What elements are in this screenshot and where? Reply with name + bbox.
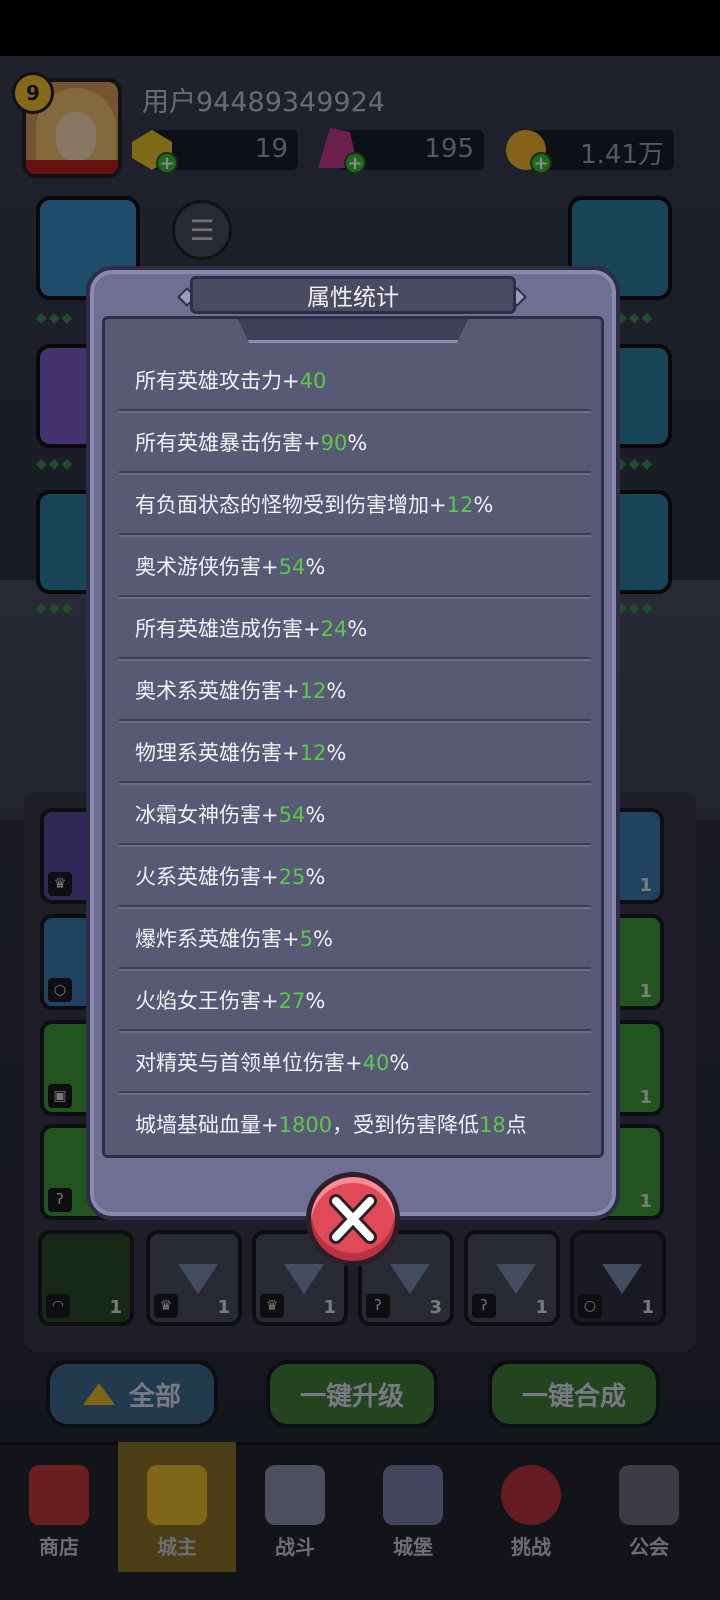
stat-row: 冰霜女神伤害+54% bbox=[119, 783, 591, 845]
stat-row: 有负面状态的怪物受到伤害增加+12% bbox=[119, 473, 591, 535]
stat-row: 所有英雄暴击伤害+90% bbox=[119, 411, 591, 473]
stat-row: 奥术游侠伤害+54% bbox=[119, 535, 591, 597]
stat-value: 40 bbox=[299, 369, 327, 393]
status-bar bbox=[0, 0, 720, 56]
stat-suffix: % bbox=[305, 803, 326, 827]
stat-row: 对精英与首领单位伤害+40% bbox=[119, 1031, 591, 1093]
stat-row: 火焰女王伤害+27% bbox=[119, 969, 591, 1031]
stat-label: 奥术系英雄伤害+ bbox=[135, 679, 300, 703]
stat-label: 所有英雄造成伤害+ bbox=[135, 617, 321, 641]
stat-text: 城墙基础血量+1800，受到伤害降低18点 bbox=[135, 1109, 527, 1139]
stat-label: 所有英雄攻击力+ bbox=[135, 369, 300, 393]
stat-suffix: % bbox=[312, 927, 333, 951]
stat-value: 12 bbox=[299, 679, 327, 703]
stat-value-2: 18 bbox=[479, 1113, 506, 1137]
list-tab bbox=[235, 319, 471, 343]
dialog-title: 属性统计 bbox=[190, 276, 516, 314]
stat-label: 对精英与首领单位伤害+ bbox=[135, 1051, 363, 1075]
stat-label: 物理系英雄伤害+ bbox=[135, 741, 300, 765]
dialog-title-text: 属性统计 bbox=[307, 285, 399, 311]
stat-row: 所有英雄攻击力+40 bbox=[119, 349, 591, 411]
stat-suffix: ，受到伤害降低 bbox=[332, 1113, 480, 1137]
stat-label: 爆炸系英雄伤害+ bbox=[135, 927, 300, 951]
stat-value: 54 bbox=[278, 803, 306, 827]
stat-row: 城墙基础血量+1800，受到伤害降低18点 bbox=[119, 1093, 591, 1155]
stat-value: 12 bbox=[446, 493, 474, 517]
stat-suffix: % bbox=[347, 617, 368, 641]
stat-suffix: % bbox=[389, 1051, 410, 1075]
stat-text: 奥术游侠伤害+54% bbox=[135, 551, 325, 581]
stat-suffix: % bbox=[326, 679, 347, 703]
stat-value: 24 bbox=[320, 617, 348, 641]
stat-label: 城墙基础血量+ bbox=[135, 1113, 279, 1137]
stat-label: 奥术游侠伤害+ bbox=[135, 555, 279, 579]
stat-suffix: % bbox=[305, 865, 326, 889]
stat-row: 爆炸系英雄伤害+5% bbox=[119, 907, 591, 969]
stat-text: 有负面状态的怪物受到伤害增加+12% bbox=[135, 489, 493, 519]
stat-suffix: % bbox=[347, 431, 368, 455]
stat-suffix: % bbox=[473, 493, 494, 517]
stat-text: 所有英雄造成伤害+24% bbox=[135, 613, 367, 643]
stat-text: 所有英雄攻击力+40 bbox=[135, 365, 326, 395]
close-button[interactable] bbox=[306, 1172, 400, 1266]
stat-suffix-2: 点 bbox=[505, 1113, 527, 1137]
stat-text: 火系英雄伤害+25% bbox=[135, 861, 325, 891]
stat-value: 27 bbox=[278, 989, 306, 1013]
stat-suffix: % bbox=[305, 555, 326, 579]
stat-suffix: % bbox=[305, 989, 326, 1013]
stat-value: 54 bbox=[278, 555, 306, 579]
stat-suffix: % bbox=[326, 741, 347, 765]
stats-list[interactable]: 所有英雄攻击力+40 所有英雄暴击伤害+90% 有负面状态的怪物受到伤害增加+1… bbox=[102, 316, 604, 1158]
stat-text: 奥术系英雄伤害+12% bbox=[135, 675, 346, 705]
stat-text: 对精英与首领单位伤害+40% bbox=[135, 1047, 409, 1077]
stat-value: 12 bbox=[299, 741, 327, 765]
stat-value: 25 bbox=[278, 865, 306, 889]
stat-label: 冰霜女神伤害+ bbox=[135, 803, 279, 827]
stat-label: 火系英雄伤害+ bbox=[135, 865, 279, 889]
stat-text: 冰霜女神伤害+54% bbox=[135, 799, 325, 829]
stat-text: 火焰女王伤害+27% bbox=[135, 985, 325, 1015]
stat-text: 物理系英雄伤害+12% bbox=[135, 737, 346, 767]
stat-label: 火焰女王伤害+ bbox=[135, 989, 279, 1013]
stat-label: 有负面状态的怪物受到伤害增加+ bbox=[135, 493, 447, 517]
stat-text: 所有英雄暴击伤害+90% bbox=[135, 427, 367, 457]
stat-text: 爆炸系英雄伤害+5% bbox=[135, 923, 333, 953]
stat-value: 90 bbox=[320, 431, 348, 455]
close-x-icon bbox=[329, 1194, 377, 1244]
stat-value: 5 bbox=[299, 927, 313, 951]
stat-row: 所有英雄造成伤害+24% bbox=[119, 597, 591, 659]
game-screen: 9 用户94489349924 19 + 195 + 1.41万 + ☰ ◆◆◆… bbox=[0, 0, 720, 1600]
stat-row: 火系英雄伤害+25% bbox=[119, 845, 591, 907]
stat-row: 奥术系英雄伤害+12% bbox=[119, 659, 591, 721]
stat-label: 所有英雄暴击伤害+ bbox=[135, 431, 321, 455]
stat-value: 1800 bbox=[278, 1113, 333, 1137]
stat-value: 40 bbox=[362, 1051, 390, 1075]
stat-row: 物理系英雄伤害+12% bbox=[119, 721, 591, 783]
